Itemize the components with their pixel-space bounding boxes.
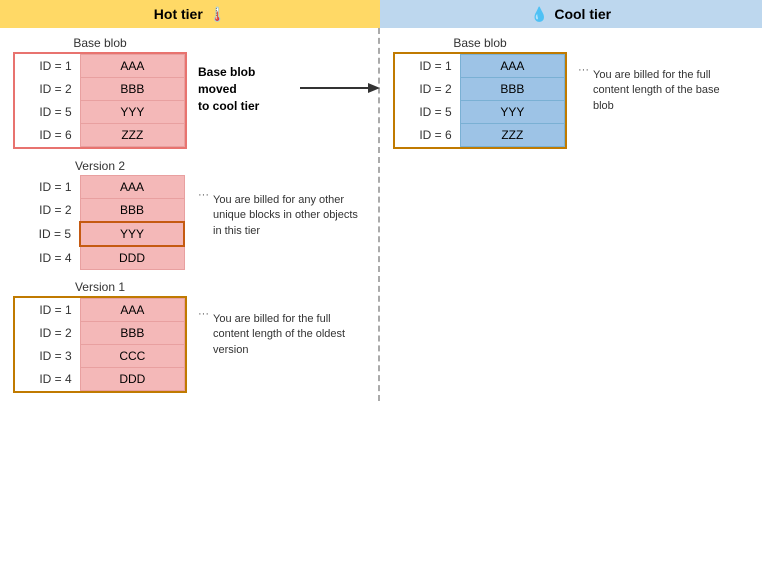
main-content: Base blob ID = 1 AAA ID = 2 BBB ID = 5 <box>0 28 762 401</box>
version2-table: ID = 1 AAA ID = 2 BBB ID = 5 YYY ID = 4 … <box>15 175 185 270</box>
table-row: ID = 5 YYY <box>395 101 565 124</box>
table-row: ID = 2 BBB <box>15 322 185 345</box>
row-id: ID = 2 <box>15 322 80 345</box>
row-id: ID = 1 <box>395 55 460 78</box>
version1-section: Version 1 ID = 1 AAA ID = 2 BBB ID = 3 <box>10 280 380 393</box>
row-value: ZZZ <box>460 124 564 147</box>
table-row: ID = 4 DDD <box>15 246 184 270</box>
row-id: ID = 4 <box>15 368 80 391</box>
row-value: BBB <box>460 78 564 101</box>
arrow-right <box>300 78 380 101</box>
table-row: ID = 5 YYY <box>15 222 184 246</box>
left-panel: Base blob ID = 1 AAA ID = 2 BBB ID = 5 <box>10 36 380 393</box>
hot-tier-label: Hot tier <box>154 6 203 22</box>
row-value: ZZZ <box>80 124 184 147</box>
cool-base-blob-annotation: You are billed for the full content leng… <box>593 64 743 114</box>
row-value: BBB <box>80 322 184 345</box>
version1-table: ID = 1 AAA ID = 2 BBB ID = 3 CCC ID = <box>15 298 185 391</box>
row-value: AAA <box>460 55 564 78</box>
row-id: ID = 1 <box>15 176 80 199</box>
hot-tier-header: Hot tier 🌡️ <box>0 0 380 28</box>
row-id: ID = 2 <box>395 78 460 101</box>
row-id: ID = 5 <box>395 101 460 124</box>
hot-base-blob-table: ID = 1 AAA ID = 2 BBB ID = 5 YYY ID = <box>15 54 185 147</box>
row-id: ID = 4 <box>15 246 80 270</box>
table-row: ID = 2 BBB <box>395 78 565 101</box>
row-value: YYY <box>80 101 184 124</box>
row-id: ID = 1 <box>15 55 80 78</box>
cool-base-blob-container: Base blob ID = 1 AAA ID = 2 BBB ID = 5 <box>390 36 570 149</box>
row-id: ID = 5 <box>15 101 80 124</box>
table-row: ID = 2 BBB <box>15 78 185 101</box>
row-value: AAA <box>80 176 184 199</box>
row-id: ID = 2 <box>15 78 80 101</box>
row-value-highlighted: YYY <box>80 222 184 246</box>
version2-annotation: You are billed for any other unique bloc… <box>213 189 363 239</box>
hot-base-blob-table-container: Base blob ID = 1 AAA ID = 2 BBB ID = 5 <box>10 36 190 149</box>
row-value: BBB <box>80 199 184 223</box>
version2-title: Version 2 <box>75 159 125 173</box>
table-row: ID = 1 AAA <box>15 299 185 322</box>
row-value: BBB <box>80 78 184 101</box>
table-row: ID = 6 ZZZ <box>15 124 185 147</box>
version2-section: Version 2 ID = 1 AAA ID = 2 BBB ID = 5 Y… <box>10 159 380 270</box>
table-row: ID = 1 AAA <box>15 176 184 199</box>
row-value: AAA <box>80 55 184 78</box>
hot-base-blob-wrapper: ID = 1 AAA ID = 2 BBB ID = 5 YYY ID = <box>13 52 187 149</box>
row-value: DDD <box>80 246 184 270</box>
version2-table-container: Version 2 ID = 1 AAA ID = 2 BBB ID = 5 Y… <box>10 159 190 270</box>
row-id: ID = 1 <box>15 299 80 322</box>
row-value: YYY <box>460 101 564 124</box>
hot-icon: 🌡️ <box>209 6 226 23</box>
row-value: CCC <box>80 345 184 368</box>
table-row: ID = 2 BBB <box>15 199 184 223</box>
hot-base-blob-section: Base blob ID = 1 AAA ID = 2 BBB ID = 5 <box>10 36 380 149</box>
base-blob-moved-annotation: Base blob movedto cool tier <box>198 64 296 114</box>
row-id: ID = 3 <box>15 345 80 368</box>
version1-table-container: Version 1 ID = 1 AAA ID = 2 BBB ID = 3 <box>10 280 190 393</box>
row-id: ID = 6 <box>395 124 460 147</box>
right-panel: Base blob ID = 1 AAA ID = 2 BBB ID = 5 <box>380 36 752 393</box>
row-id: ID = 6 <box>15 124 80 147</box>
cool-icon: 💧 <box>531 6 548 23</box>
row-id: ID = 5 <box>15 222 80 246</box>
table-row: ID = 1 AAA <box>395 55 565 78</box>
cool-base-blob-title: Base blob <box>453 36 506 50</box>
version1-wrapper: ID = 1 AAA ID = 2 BBB ID = 3 CCC ID = <box>13 296 187 393</box>
cool-base-blob-wrapper: ID = 1 AAA ID = 2 BBB ID = 5 YYY ID = <box>393 52 567 149</box>
table-row: ID = 3 CCC <box>15 345 185 368</box>
table-row: ID = 1 AAA <box>15 55 185 78</box>
version1-title: Version 1 <box>75 280 125 294</box>
table-row: ID = 4 DDD <box>15 368 185 391</box>
cool-tier-header: 💧 Cool tier <box>380 0 762 28</box>
row-value: AAA <box>80 299 184 322</box>
cool-base-blob-section: Base blob ID = 1 AAA ID = 2 BBB ID = 5 <box>390 36 752 149</box>
cool-tier-label: Cool tier <box>554 6 611 22</box>
row-value: DDD <box>80 368 184 391</box>
cool-base-blob-table: ID = 1 AAA ID = 2 BBB ID = 5 YYY ID = <box>395 54 565 147</box>
table-row: ID = 6 ZZZ <box>395 124 565 147</box>
hot-base-blob-title: Base blob <box>73 36 126 50</box>
table-row: ID = 5 YYY <box>15 101 185 124</box>
version1-annotation: You are billed for the full content leng… <box>213 308 363 358</box>
row-id: ID = 2 <box>15 199 80 223</box>
